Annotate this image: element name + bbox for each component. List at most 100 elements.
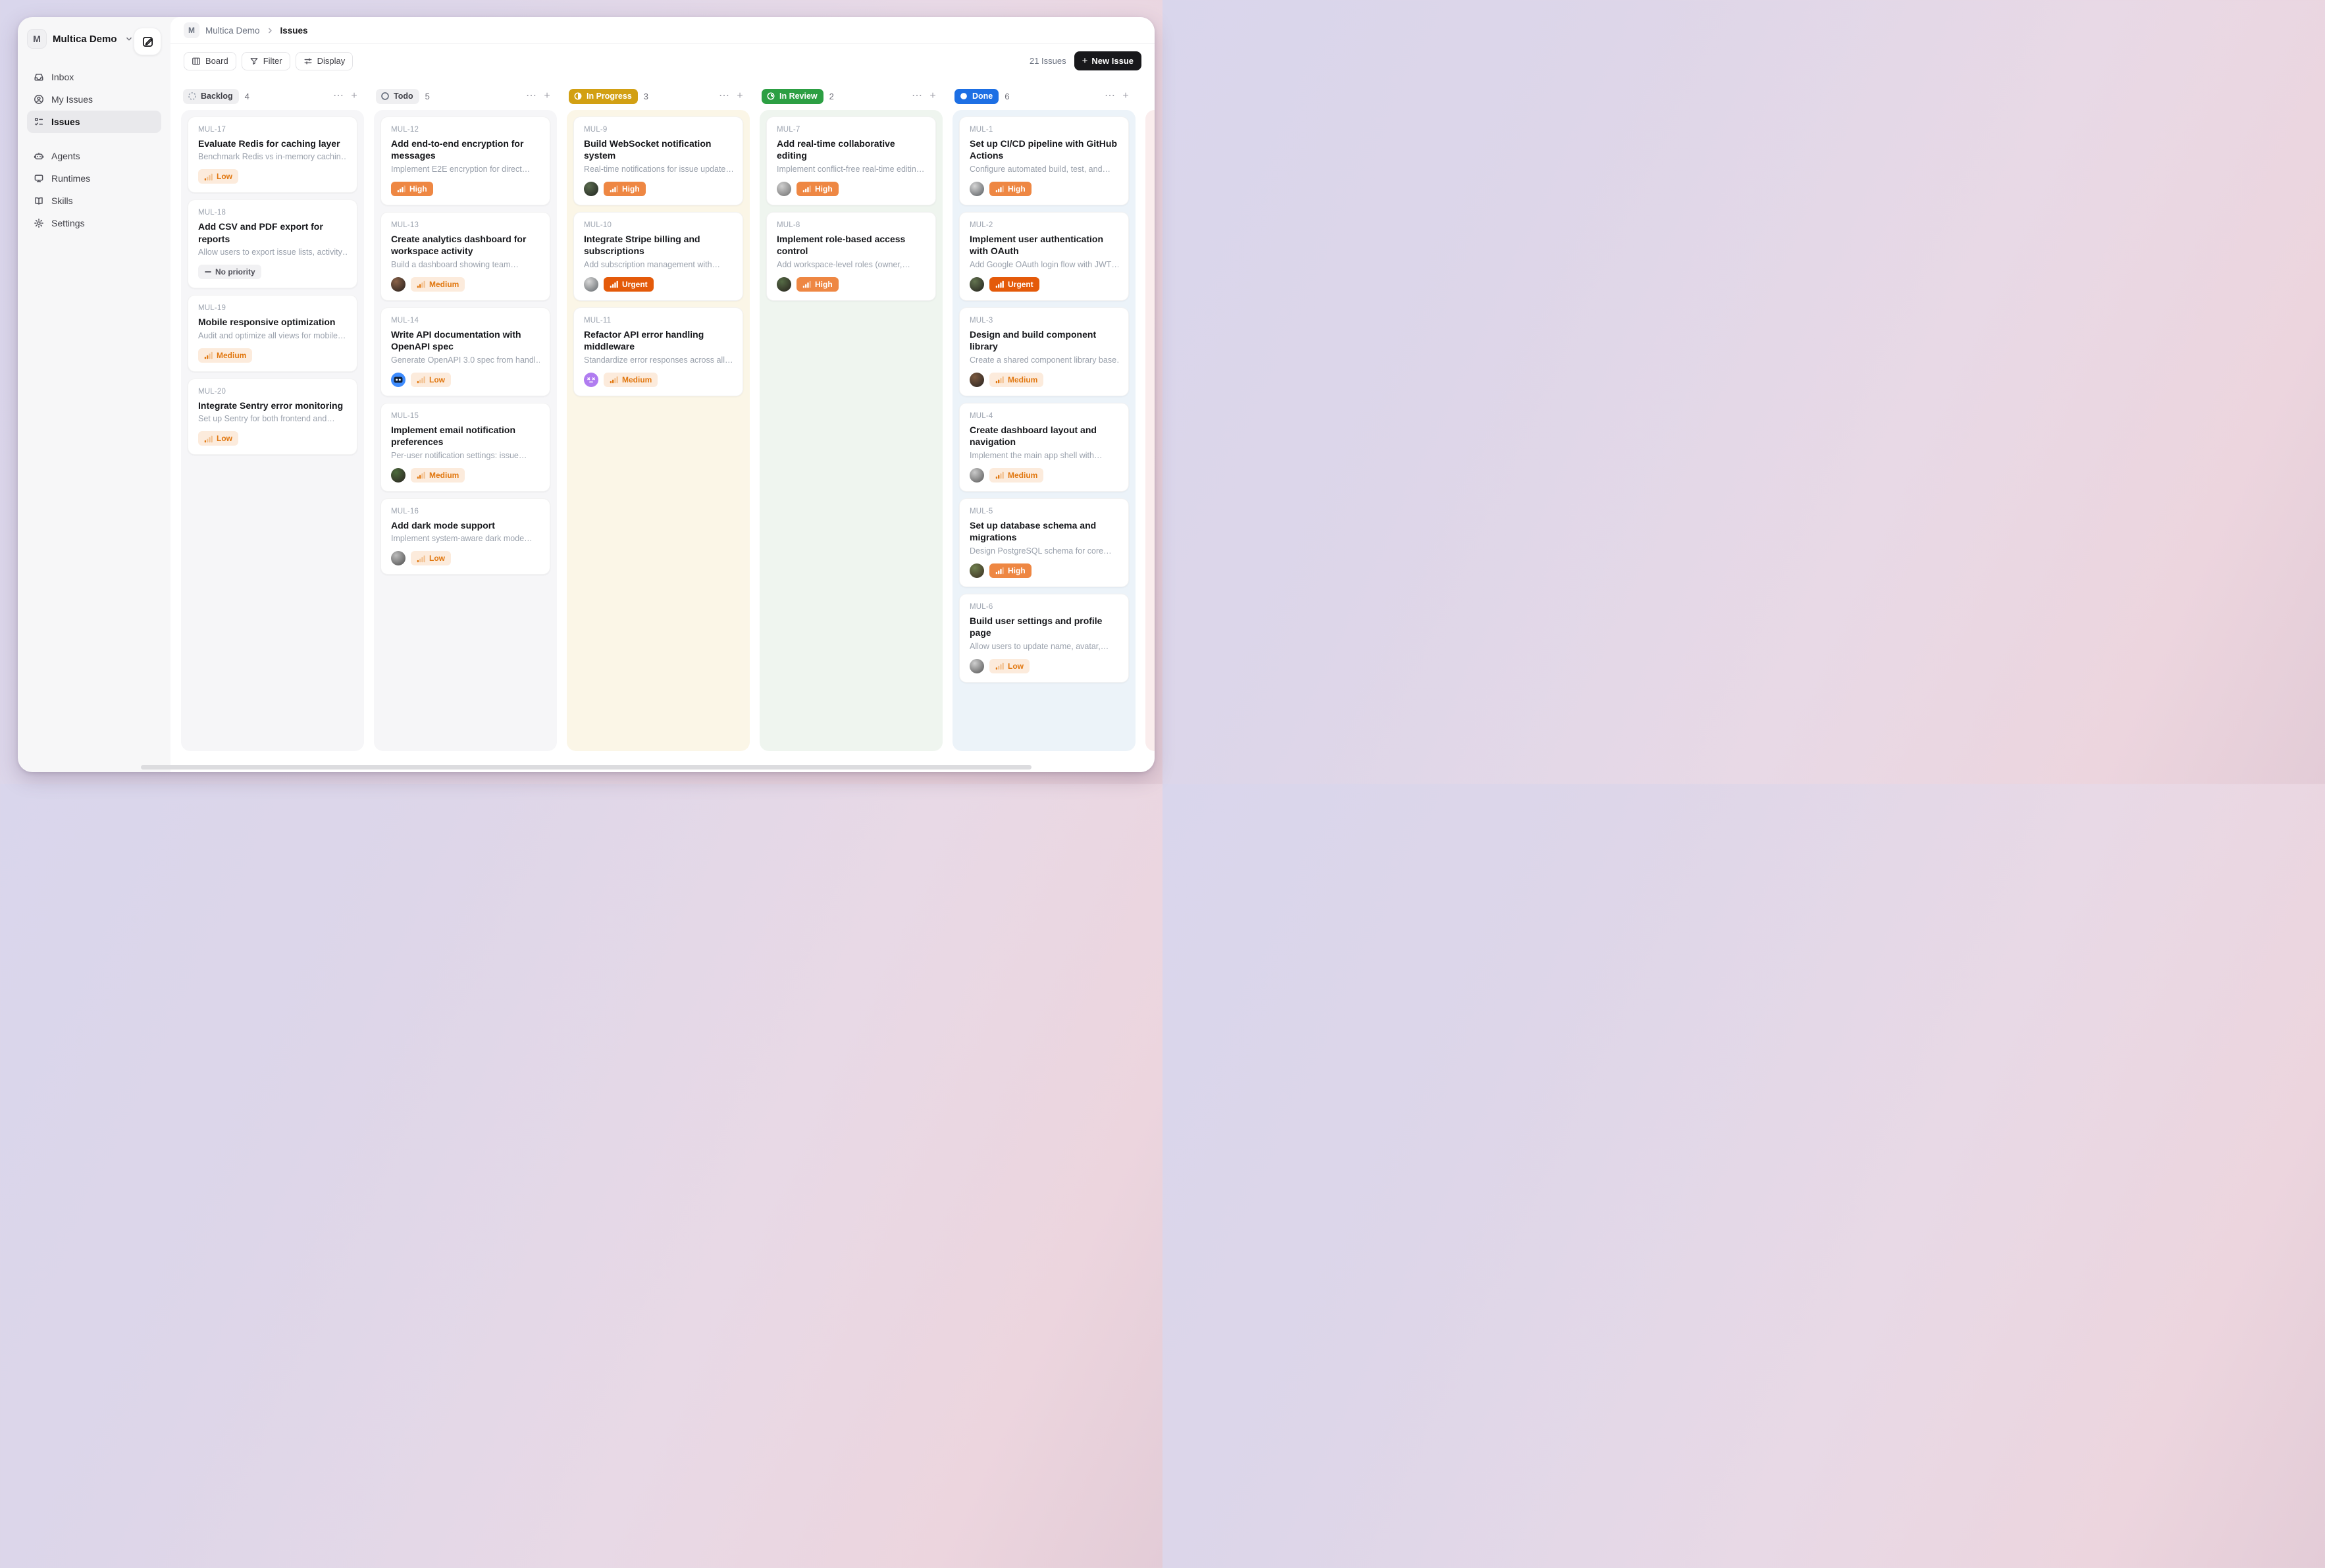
horizontal-scrollbar[interactable] (141, 765, 1032, 770)
priority-bars-icon (417, 375, 426, 384)
issue-footer: Urgent (970, 277, 1118, 292)
sidebar-item-inbox[interactable]: Inbox (27, 66, 161, 88)
issue-description: Generate OpenAPI 3.0 spec from handl… (391, 355, 540, 365)
issue-card[interactable]: MUL-13 Create analytics dashboard for wo… (380, 212, 550, 301)
issue-description: Implement system-aware dark mode… (391, 534, 540, 543)
column-header: Todo 5 ⋯ + (374, 88, 557, 105)
column-menu-button[interactable]: ⋯ (909, 88, 925, 104)
issue-card[interactable]: MUL-2 Implement user authentication with… (959, 212, 1129, 301)
assignee-avatar-dizzy (584, 373, 598, 387)
issue-id: MUL-1 (970, 126, 1118, 134)
status-pill: Done (954, 89, 999, 104)
issue-card[interactable]: MUL-20 Integrate Sentry error monitoring… (188, 379, 357, 455)
priority-badge: Urgent (604, 277, 654, 292)
sidebar-nav: Inbox My Issues Issues Agents Runtimes (27, 66, 161, 234)
issue-card[interactable]: MUL-5 Set up database schema and migrati… (959, 498, 1129, 587)
sidebar-item-skills[interactable]: Skills (27, 190, 161, 212)
issue-card[interactable]: MUL-14 Write API documentation with Open… (380, 307, 550, 396)
sidebar-item-my-issues[interactable]: My Issues (27, 88, 161, 111)
monitor-icon (34, 173, 44, 184)
issue-footer: Medium (198, 348, 347, 363)
sidebar-item-settings[interactable]: Settings (27, 212, 161, 234)
priority-label: Medium (1008, 471, 1037, 480)
issue-card[interactable]: MUL-3 Design and build component library… (959, 307, 1129, 396)
issue-card[interactable]: MUL-15 Implement email notification pref… (380, 403, 550, 492)
issue-footer: High (584, 182, 733, 196)
column-menu-button[interactable]: ⋯ (716, 88, 732, 104)
sidebar-item-agents[interactable]: Agents (27, 145, 161, 167)
breadcrumb-workspace[interactable]: Multica Demo (205, 26, 260, 36)
issue-id: MUL-9 (584, 126, 733, 134)
toolbar: Board Filter Display 21 Issues + New Iss… (170, 44, 1155, 70)
issue-card[interactable]: MUL-11 Refactor API error handling middl… (573, 307, 743, 396)
issue-description: Add subscription management with… (584, 260, 733, 269)
issue-card[interactable]: MUL-12 Add end-to-end encryption for mes… (380, 117, 550, 205)
priority-bars-icon (204, 434, 213, 443)
priority-badge: Low (411, 551, 451, 565)
issue-description: Implement E2E encryption for direct… (391, 165, 540, 174)
filter-button[interactable]: Filter (242, 52, 290, 70)
issue-card[interactable]: MUL-1 Set up CI/CD pipeline with GitHub … (959, 117, 1129, 205)
issue-card[interactable]: MUL-17 Evaluate Redis for caching layer … (188, 117, 357, 193)
issue-id: MUL-3 (970, 317, 1118, 325)
issue-footer: Low (391, 373, 540, 387)
column-add-button[interactable]: + (925, 88, 941, 104)
issue-card[interactable]: MUL-4 Create dashboard layout and naviga… (959, 403, 1129, 492)
workspace-avatar: M (27, 29, 47, 49)
sidebar-item-runtimes[interactable]: Runtimes (27, 167, 161, 190)
column-menu-button[interactable]: ⋯ (330, 88, 346, 104)
issue-footer: High (777, 182, 926, 196)
issue-title: Build WebSocket notification system (584, 138, 733, 162)
priority-label: Low (217, 172, 232, 181)
issue-footer: No priority (198, 265, 347, 279)
issue-id: MUL-19 (198, 304, 347, 312)
priority-label: Medium (429, 280, 459, 289)
sidebar-item-label: Issues (51, 117, 80, 127)
issue-footer: High (970, 563, 1118, 578)
issue-card[interactable]: MUL-19 Mobile responsive optimization Au… (188, 295, 357, 371)
issue-footer: High (777, 277, 926, 292)
sidebar-item-issues[interactable]: Issues (27, 111, 161, 133)
issue-title: Implement email notification preferences (391, 424, 540, 448)
column-cards: MUL-7 Add real-time collaborative editin… (760, 110, 943, 751)
chevron-right-icon (266, 26, 274, 35)
column-menu-button[interactable]: ⋯ (1102, 88, 1118, 104)
priority-badge: High (989, 182, 1032, 196)
priority-badge: High (797, 277, 839, 292)
issue-card[interactable]: MUL-7 Add real-time collaborative editin… (766, 117, 936, 205)
breadcrumb: M Multica Demo Issues (170, 17, 1155, 44)
board-view-button[interactable]: Board (184, 52, 236, 70)
sidebar-item-label: Settings (51, 218, 85, 228)
column-add-button[interactable]: + (732, 88, 748, 104)
issue-card[interactable]: MUL-18 Add CSV and PDF export for report… (188, 199, 357, 288)
filter-label: Filter (263, 56, 282, 66)
issue-title: Create analytics dashboard for workspace… (391, 233, 540, 257)
issue-id: MUL-5 (970, 508, 1118, 515)
issue-card[interactable]: MUL-10 Integrate Stripe billing and subs… (573, 212, 743, 301)
issue-title: Build user settings and profile page (970, 615, 1118, 639)
issue-id: MUL-18 (198, 209, 347, 217)
priority-label: Low (1008, 662, 1024, 671)
display-button[interactable]: Display (296, 52, 353, 70)
issue-card[interactable]: MUL-16 Add dark mode support Implement s… (380, 498, 550, 575)
priority-badge: High (391, 182, 433, 196)
priority-bars-icon (417, 471, 426, 479)
column-add-button[interactable]: + (346, 88, 362, 104)
issue-card[interactable]: MUL-6 Build user settings and profile pa… (959, 594, 1129, 683)
issue-description: Design PostgreSQL schema for core… (970, 546, 1118, 556)
board: Backlog 4 ⋯ + MUL-17 Evaluate Redis for … (170, 70, 1155, 772)
new-issue-compose-button[interactable] (134, 28, 161, 55)
column-add-button[interactable]: + (1118, 88, 1134, 104)
column-cards: MUL-9 Build WebSocket notification syste… (567, 110, 750, 751)
issue-card[interactable]: MUL-8 Implement role-based access contro… (766, 212, 936, 301)
priority-bars-icon (995, 280, 1005, 288)
column-menu-button[interactable]: ⋯ (523, 88, 539, 104)
issue-title: Add dark mode support (391, 519, 540, 531)
column-add-button[interactable]: + (539, 88, 555, 104)
display-label: Display (317, 56, 346, 66)
robot-icon (34, 151, 44, 161)
app-window: M Multica Demo Inbox My Issues Issues (18, 17, 1155, 772)
issue-card[interactable]: MUL-9 Build WebSocket notification syste… (573, 117, 743, 205)
new-issue-button[interactable]: + New Issue (1074, 51, 1141, 70)
status-pill: In Review (762, 89, 823, 104)
